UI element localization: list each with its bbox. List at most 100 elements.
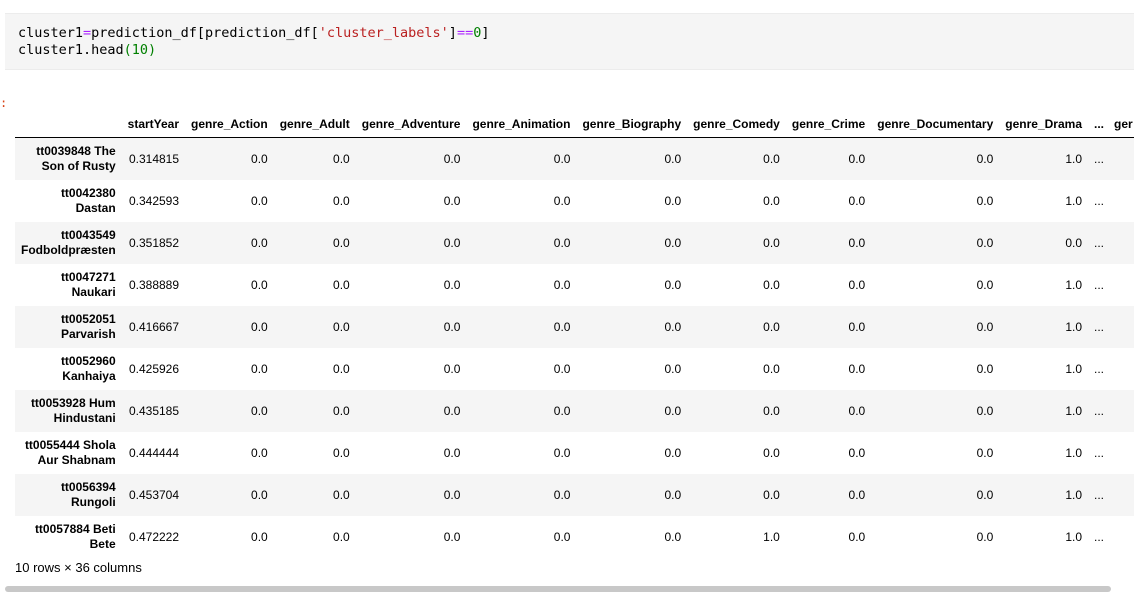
table-header-row: startYear genre_Action genre_Adult genre_Ad… — [15, 111, 1134, 138]
table-cell: 0.0 — [976, 319, 994, 334]
table-cell: 0.0 — [251, 361, 268, 376]
table-cell: 0.0 — [443, 403, 461, 418]
table-cell: 0.314815 — [128, 151, 180, 166]
table-cell: 0.453704 — [128, 487, 180, 502]
table-cell: 0.0 — [333, 445, 350, 460]
table-cell-clipped — [1108, 180, 1134, 222]
table-cell: 0.0 — [848, 361, 866, 376]
table-cell: 0.0 — [664, 487, 682, 502]
table-cell-ellipsis: ... — [1094, 193, 1105, 208]
code-editor[interactable]: cluster1=prediction_df[prediction_df['cl… — [18, 25, 489, 59]
table-cell: 0.0 — [763, 151, 780, 166]
code-number: (10) — [123, 42, 157, 58]
table-cell-clipped — [1108, 432, 1134, 474]
table-row: tt0043549 Fodboldpræsten 0.351852 0.0 0.0 0.… — [15, 221, 1134, 264]
table-cell: 0.0 — [664, 403, 682, 418]
code-token: ] — [481, 25, 490, 41]
table-cell: 0.0 — [553, 445, 571, 460]
column-header: ger — [1108, 111, 1134, 138]
table-row: tt0052051 Parvarish 0.416667 0.0 0.0 0.0 0.0 0… — [15, 305, 1134, 348]
table-cell: 0.0 — [251, 403, 268, 418]
table-cell: 0.0 — [443, 445, 461, 460]
table-cell: 0.0 — [443, 487, 461, 502]
table-cell: 0.0 — [664, 361, 682, 376]
table-cell: 0.0 — [664, 319, 682, 334]
row-index-label: tt0042380 Dastan — [60, 185, 116, 215]
table-cell: 0.0 — [251, 193, 268, 208]
table-cell-clipped — [1108, 348, 1134, 390]
table-cell-clipped — [1108, 516, 1134, 558]
column-header: genre_Adult — [273, 111, 356, 138]
table-cell: 1.0 — [1065, 151, 1082, 166]
table-cell: 0.0 — [553, 277, 571, 292]
table-cell: 0.0 — [553, 487, 571, 502]
table-cell: 0.0 — [763, 319, 780, 334]
table-cell: 0.0 — [333, 361, 350, 376]
table-cell: 0.0 — [333, 403, 350, 418]
table-cell: 0.0 — [763, 193, 780, 208]
table-cell: 0.0 — [443, 151, 461, 166]
table-cell: 0.0 — [848, 529, 866, 544]
table-cell: 0.0 — [848, 235, 866, 250]
table-cell: 0.0 — [553, 235, 571, 250]
table-cell: 0.0 — [333, 151, 350, 166]
table-cell: 0.0 — [976, 487, 994, 502]
table-cell: 0.444444 — [128, 445, 180, 460]
table-cell: 0.0 — [251, 151, 268, 166]
table-cell: 0.0 — [848, 151, 866, 166]
table-cell: 0.0 — [664, 193, 682, 208]
row-index-label: tt0043549 Fodboldpræsten — [21, 227, 116, 257]
table-cell: 0.0 — [251, 319, 268, 334]
row-index-label: tt0052960 Kanhaiya — [60, 353, 116, 383]
table-row: tt0052960 Kanhaiya 0.425926 0.0 0.0 0.0 0.0 0.… — [15, 348, 1134, 390]
table-cell: 1.0 — [1065, 529, 1082, 544]
table-cell: 0.0 — [848, 403, 866, 418]
table-cell: 0.0 — [976, 277, 994, 292]
table-cell: 0.435185 — [128, 403, 180, 418]
output-prompt: : — [0, 96, 8, 110]
table-cell: 0.0 — [664, 529, 682, 544]
row-index-label: tt0056394 Rungoli — [60, 479, 116, 509]
table-cell: 0.0 — [251, 529, 268, 544]
column-header: genre_Comedy — [687, 111, 786, 138]
table-cell: 0.0 — [443, 193, 461, 208]
row-index-label: tt0055444 Shola Aur Shabnam — [24, 437, 116, 467]
table-cell: 0.0 — [664, 235, 682, 250]
table-cell-ellipsis: ... — [1094, 319, 1105, 334]
table-cell: 1.0 — [1065, 487, 1082, 502]
table-cell: 0.0 — [664, 151, 682, 166]
table-cell-ellipsis: ... — [1094, 235, 1105, 250]
table-cell: 0.0 — [251, 445, 268, 460]
horizontal-scrollbar[interactable] — [5, 586, 1111, 592]
table-cell: 0.351852 — [128, 235, 180, 250]
table-cell: 0.0 — [553, 403, 571, 418]
table-cell: 0.0 — [848, 445, 866, 460]
table-cell: 0.0 — [333, 193, 350, 208]
table-cell: 0.0 — [976, 529, 994, 544]
table-cell-ellipsis: ... — [1094, 487, 1105, 502]
table-cell-clipped — [1108, 306, 1134, 348]
table-body: tt0039848 The Son of Rusty 0.314815 0.0 0.0… — [15, 137, 1134, 558]
code-token: prediction_df[prediction_df[ — [91, 25, 319, 41]
table-cell: 0.0 — [443, 235, 461, 250]
code-cell[interactable]: cluster1=prediction_df[prediction_df['cl… — [5, 13, 1134, 70]
table-cell: 0.388889 — [128, 277, 180, 292]
table-cell: 0.0 — [333, 529, 350, 544]
table-cell: 0.0 — [763, 361, 780, 376]
table-row: tt0047271 Naukari 0.388889 0.0 0.0 0.0 0.0 0.0… — [15, 264, 1134, 306]
table-shape-footer: 10 rows × 36 columns — [15, 560, 142, 575]
dataframe-table: startYear genre_Action genre_Adult genre_Ad… — [15, 111, 1134, 558]
table-cell: 0.0 — [553, 319, 571, 334]
table-cell: 1.0 — [1065, 445, 1082, 460]
table-cell: 0.0 — [443, 277, 461, 292]
table-cell: 0.0 — [763, 277, 780, 292]
table-cell-clipped — [1108, 222, 1134, 264]
table-cell: 0.0 — [664, 445, 682, 460]
code-operator: == — [456, 25, 474, 41]
table-cell: 0.0 — [333, 235, 350, 250]
column-header: genre_Biography — [576, 111, 688, 138]
table-cell: 0.0 — [976, 235, 994, 250]
table-cell: 0.0 — [553, 361, 571, 376]
table-cell: 1.0 — [763, 529, 780, 544]
table-cell: 0.0 — [848, 277, 866, 292]
